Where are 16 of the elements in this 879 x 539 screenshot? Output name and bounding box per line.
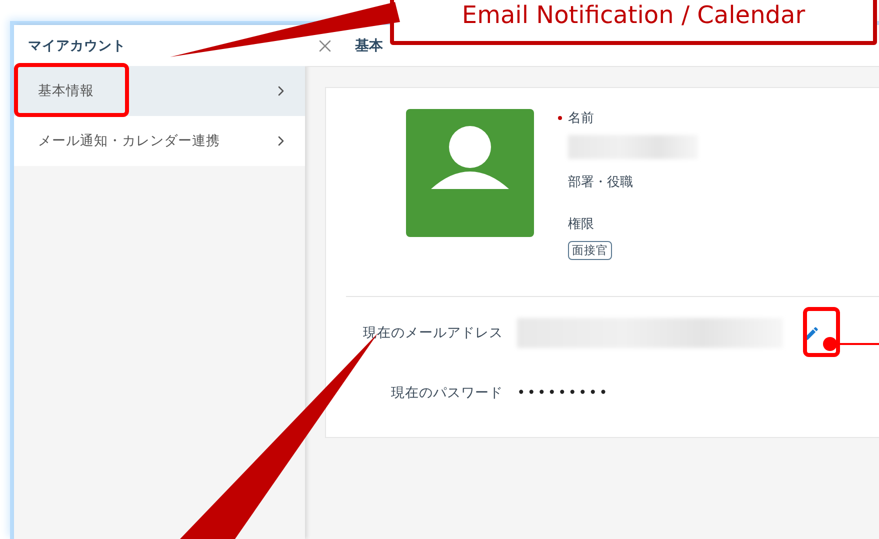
field-label: 名前: [568, 110, 594, 127]
password-dots: •••••••••: [517, 385, 610, 401]
field-label: 権限: [568, 216, 594, 233]
role-tag: 面接官: [568, 241, 612, 260]
field-label: 部署・役職: [568, 174, 633, 191]
sidebar-item[interactable]: 基本情報: [14, 66, 305, 116]
sidebar-title: マイアカウント: [14, 25, 305, 66]
panel-title: 基本: [355, 36, 383, 54]
callout-text: Email Notification / Calendar: [462, 1, 806, 29]
leader-line: [823, 337, 879, 351]
highlight-frame: [803, 307, 840, 357]
sidebar-item[interactable]: メール通知・カレンダー連携: [14, 116, 305, 166]
avatar-silhouette-icon: [406, 109, 534, 237]
account-label: 現在のメールアドレス: [362, 324, 504, 342]
required-dot: [558, 116, 562, 120]
account-label: 現在のパスワード: [390, 384, 504, 402]
